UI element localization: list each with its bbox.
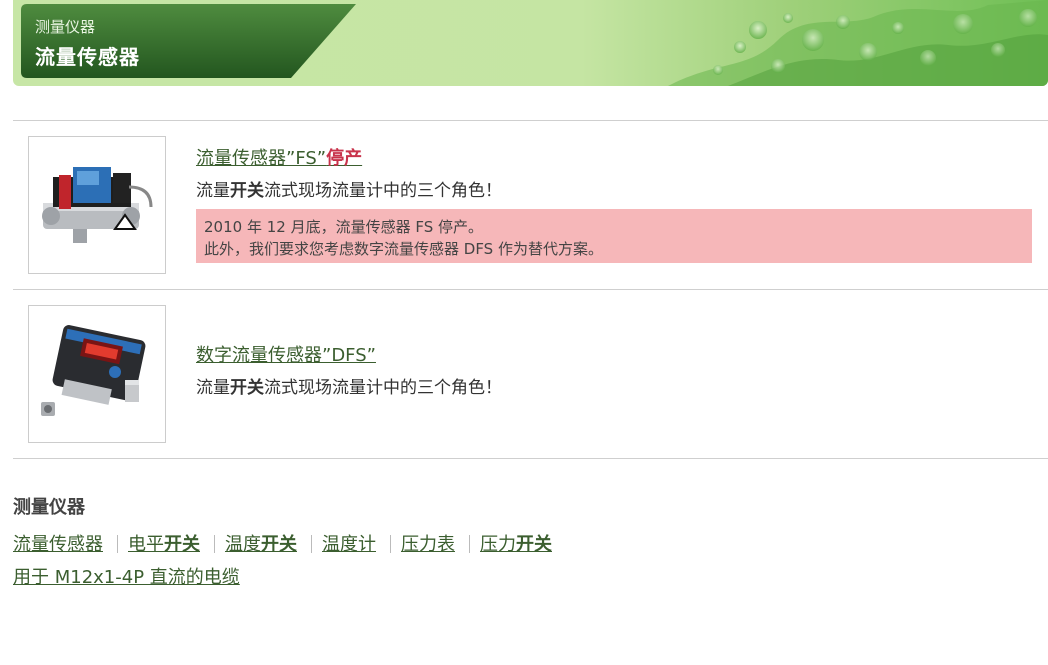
link-separator	[214, 535, 215, 553]
product-image-fs[interactable]	[28, 136, 166, 274]
divider	[13, 120, 1048, 121]
notice-line-2: 此外，我们要求您考虑数字流量传感器 DFS 作为替代方案。	[204, 240, 603, 258]
discontinuation-notice: 2010 年 12 月底，流量传感器 FS 停产。 此外，我们要求您考虑数字流量…	[196, 209, 1032, 263]
link-text-bold: 开关	[516, 534, 552, 555]
product-title-fs[interactable]: 流量传感器”FS”停产	[196, 144, 362, 170]
desc-bold: 开关	[230, 181, 264, 201]
link-text-bold: 开关	[164, 534, 200, 555]
link-thermometer[interactable]: 温度计	[322, 534, 376, 555]
section-title: 测量仪器	[13, 497, 85, 518]
link-separator	[311, 535, 312, 553]
category-links: 流量传感器 电平开关 温度开关 温度计 压力表 压力开关	[13, 530, 552, 556]
desc-prefix: 流量	[196, 378, 230, 398]
link-pressure-switch[interactable]: 压力开关	[480, 534, 552, 555]
link-temperature-switch[interactable]: 温度开关	[225, 534, 297, 555]
divider	[13, 289, 1048, 290]
link-text: 电平	[128, 534, 164, 555]
link-m12-cable[interactable]: 用于 M12x1-4P 直流的电缆	[13, 563, 240, 589]
link-text: 压力表	[401, 534, 455, 555]
product-title-fs-text: 流量传感器”FS”	[196, 148, 327, 169]
banner-category: 测量仪器	[35, 18, 96, 36]
link-separator	[390, 535, 391, 553]
desc-suffix: 流式现场流量计中的三个角色！	[264, 378, 502, 398]
link-text: 温度计	[322, 534, 376, 555]
desc-bold: 开关	[230, 378, 264, 398]
link-text: 流量传感器	[13, 534, 103, 555]
water-texture-image	[668, 0, 1048, 86]
product-desc-fs: 流量开关流式现场流量计中的三个角色！	[196, 176, 502, 201]
link-separator	[117, 535, 118, 553]
discontinued-label: 停产	[326, 148, 363, 169]
product-desc-dfs: 流量开关流式现场流量计中的三个角色！	[196, 373, 502, 398]
link-level-switch[interactable]: 电平开关	[128, 534, 200, 555]
banner-title: 流量传感器	[35, 45, 140, 69]
link-text: 压力	[480, 534, 516, 555]
notice-line-1: 2010 年 12 月底，流量传感器 FS 停产。	[204, 218, 483, 236]
desc-prefix: 流量	[196, 181, 230, 201]
link-pressure-gauge[interactable]: 压力表	[401, 534, 455, 555]
divider	[13, 458, 1048, 459]
header-banner: 测量仪器 流量传感器	[13, 0, 1048, 86]
product-image-dfs[interactable]	[28, 305, 166, 443]
link-flow-sensor[interactable]: 流量传感器	[13, 534, 103, 555]
link-text-bold: 开关	[261, 534, 297, 555]
link-text: 温度	[225, 534, 261, 555]
link-separator	[469, 535, 470, 553]
digital-flow-sensor-dfs-image	[41, 325, 146, 416]
product-title-dfs[interactable]: 数字流量传感器”DFS”	[196, 341, 376, 367]
product-title-dfs-text: 数字流量传感器”DFS”	[196, 345, 376, 366]
desc-suffix: 流式现场流量计中的三个角色！	[264, 181, 502, 201]
flow-sensor-fs-image	[42, 167, 153, 243]
